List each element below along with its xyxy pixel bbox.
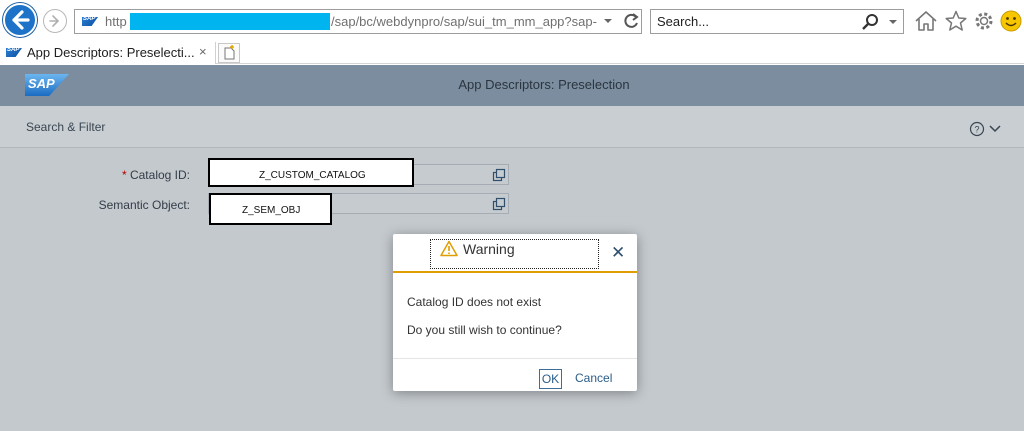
dialog-title: Warning: [463, 241, 515, 257]
home-icon[interactable]: [914, 10, 938, 32]
gear-icon[interactable]: [973, 10, 995, 32]
catalog-id-value-highlight[interactable]: Z_CUSTOM_CATALOG: [208, 158, 414, 187]
dialog-header: Warning ✕: [393, 234, 637, 273]
sap-favicon-icon: SAP: [6, 48, 22, 57]
tab-strip: SAP App Descriptors: Preselecti... ×: [0, 42, 1024, 64]
url-path: /sap/bc/webdynpro/sap/sui_tm_mm_app?sap-: [331, 14, 597, 29]
warning-icon: [440, 240, 458, 257]
refresh-icon[interactable]: [622, 11, 640, 31]
forward-button[interactable]: [43, 9, 67, 33]
back-button[interactable]: [3, 3, 37, 37]
back-arrow-icon: [12, 10, 30, 30]
search-filter-bar: Search & Filter ?: [0, 106, 1024, 148]
catalog-id-label: * Catalog ID:: [121, 168, 190, 182]
tab-close-icon[interactable]: ×: [199, 44, 207, 59]
warning-dialog: Warning ✕ Catalog ID does not exist Do y…: [393, 234, 637, 391]
new-tab-button[interactable]: [218, 43, 240, 63]
semantic-object-value-highlight[interactable]: Z_SEM_OBJ: [209, 193, 332, 225]
dialog-question: Do you still wish to continue?: [407, 323, 562, 337]
browser-search-input[interactable]: Search...: [650, 9, 904, 34]
app-area: SAP App Descriptors: Preselection Search…: [0, 65, 1024, 431]
ok-button[interactable]: OK: [539, 369, 562, 389]
tab-title: App Descriptors: Preselecti...: [27, 45, 195, 60]
browser-toolbar: SAP http /sap/bc/webdynpro/sap/sui_tm_mm…: [0, 0, 1024, 42]
chevron-down-icon[interactable]: [988, 124, 1002, 134]
smiley-feedback-icon[interactable]: [1000, 10, 1022, 32]
chevron-down-icon[interactable]: [603, 17, 613, 25]
help-icon[interactable]: ?: [969, 121, 985, 137]
chevron-down-icon[interactable]: [888, 18, 898, 26]
value-help-icon[interactable]: [492, 168, 506, 182]
address-bar[interactable]: SAP http /sap/bc/webdynpro/sap/sui_tm_mm…: [74, 9, 642, 34]
tab-app-descriptors[interactable]: SAP App Descriptors: Preselecti... ×: [0, 42, 216, 64]
forward-arrow-icon: [49, 15, 60, 27]
url-redaction: [130, 13, 330, 30]
semantic-object-value: Z_SEM_OBJ: [242, 205, 301, 216]
svg-text:?: ?: [974, 125, 979, 135]
page-title: App Descriptors: Preselection: [458, 77, 630, 92]
search-placeholder: Search...: [657, 14, 710, 29]
url-prefix: http: [105, 14, 127, 29]
value-help-icon[interactable]: [492, 197, 506, 211]
semantic-object-label: Semantic Object:: [98, 198, 190, 212]
dialog-footer: OK Cancel: [393, 358, 637, 391]
new-tab-icon: [224, 45, 235, 60]
cancel-button[interactable]: Cancel: [575, 371, 612, 385]
close-icon[interactable]: ✕: [611, 243, 625, 263]
required-marker: *: [121, 168, 127, 182]
dialog-message: Catalog ID does not exist: [407, 295, 542, 309]
shell-header: SAP App Descriptors: Preselection: [0, 65, 1024, 106]
filter-bar-title: Search & Filter: [26, 120, 106, 134]
sap-favicon-icon: SAP: [82, 17, 98, 26]
search-icon[interactable]: [861, 13, 881, 31]
catalog-id-value: Z_CUSTOM_CATALOG: [259, 170, 366, 181]
favorites-star-icon[interactable]: [944, 10, 968, 32]
